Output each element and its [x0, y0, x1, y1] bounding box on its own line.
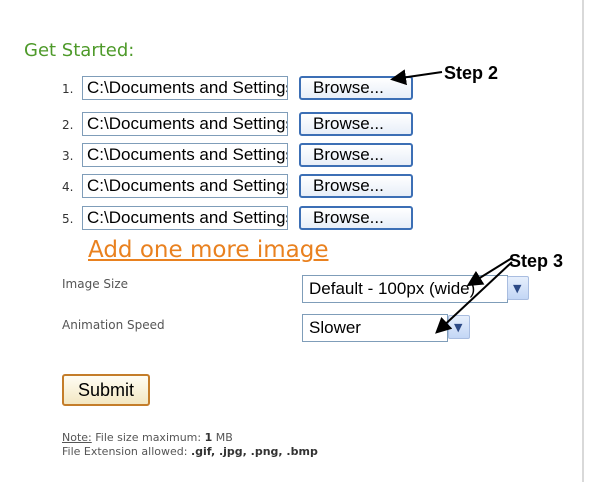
annotation-arrows [390, 69, 513, 334]
step-3-arrow-size [466, 257, 513, 287]
step-3-arrow-speed [435, 261, 513, 334]
step-2-arrow [390, 69, 443, 86]
